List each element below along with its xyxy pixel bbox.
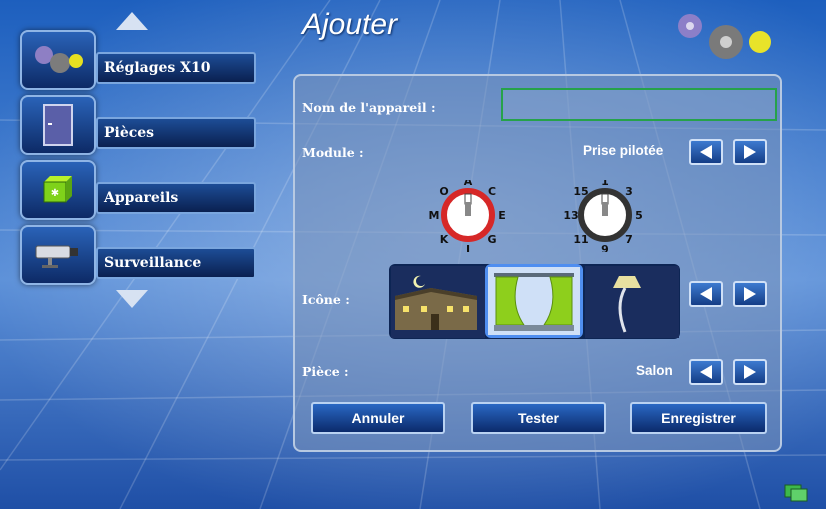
svg-text:✱: ✱ bbox=[51, 188, 59, 199]
scroll-up-arrow-icon[interactable] bbox=[116, 12, 148, 30]
status-windows-icon[interactable] bbox=[783, 483, 809, 503]
module-label: Module : bbox=[302, 145, 364, 160]
arrow-right-icon bbox=[744, 145, 756, 159]
dial-label: G bbox=[487, 233, 496, 246]
icon-next-button[interactable] bbox=[733, 281, 767, 307]
dial-label: O bbox=[439, 185, 448, 198]
dial-label: I bbox=[466, 243, 470, 252]
nav-item-surveillance[interactable]: Surveillance bbox=[20, 225, 256, 285]
icon-carousel bbox=[389, 264, 680, 339]
icon-prev-button[interactable] bbox=[689, 281, 723, 307]
settings-gears-icon bbox=[678, 14, 771, 59]
dial-label: E bbox=[498, 209, 506, 222]
unit-code-dial[interactable]: 13579111315 bbox=[555, 180, 655, 252]
icon-option-selected[interactable] bbox=[485, 264, 583, 338]
dial-label: 15 bbox=[573, 185, 588, 198]
dial-label: 11 bbox=[573, 233, 588, 246]
dial-label: K bbox=[440, 233, 449, 246]
arrow-right-icon bbox=[744, 287, 756, 301]
window-curtains-icon bbox=[488, 267, 580, 335]
arrow-left-icon bbox=[700, 287, 712, 301]
device-box-icon: ✱ bbox=[20, 160, 96, 220]
door-icon bbox=[20, 95, 96, 155]
icon-label: Icône : bbox=[302, 292, 350, 307]
gears-icon bbox=[20, 30, 96, 90]
save-button[interactable]: Enregistrer bbox=[630, 402, 767, 434]
dial-label: 3 bbox=[625, 185, 633, 198]
dial-label: A bbox=[464, 180, 473, 188]
arrow-left-icon bbox=[700, 145, 712, 159]
dial-label: 1 bbox=[601, 180, 609, 188]
module-value: Prise pilotée bbox=[583, 143, 664, 158]
module-prev-button[interactable] bbox=[689, 139, 723, 165]
arrow-right-icon bbox=[744, 365, 756, 379]
nav-item-label: Surveillance bbox=[96, 247, 256, 279]
dial-label: 9 bbox=[601, 243, 609, 252]
room-prev-button[interactable] bbox=[689, 359, 723, 385]
page-title: Ajouter bbox=[302, 8, 398, 41]
module-next-button[interactable] bbox=[733, 139, 767, 165]
add-device-panel bbox=[293, 74, 782, 452]
cancel-button[interactable]: Annuler bbox=[311, 402, 445, 434]
room-value: Salon bbox=[636, 363, 673, 378]
nav-item-label: Appareils bbox=[96, 182, 256, 214]
dial-label: 13 bbox=[563, 209, 578, 222]
camera-icon bbox=[20, 225, 96, 285]
dial-label: 5 bbox=[635, 209, 643, 222]
nav-item-label: Réglages X10 bbox=[96, 52, 256, 84]
house-night-icon[interactable] bbox=[391, 266, 485, 338]
device-name-input[interactable] bbox=[501, 88, 777, 121]
arrow-left-icon bbox=[700, 365, 712, 379]
device-name-label: Nom de l'appareil : bbox=[302, 100, 436, 115]
dial-label: C bbox=[488, 185, 496, 198]
room-label: Pièce : bbox=[302, 364, 349, 379]
nav-item-appareils[interactable]: ✱ Appareils bbox=[20, 160, 256, 220]
floor-lamp-icon[interactable] bbox=[585, 266, 679, 338]
dial-label: 7 bbox=[625, 233, 633, 246]
house-code-dial[interactable]: A CEG I KMO bbox=[418, 180, 518, 252]
scroll-down-arrow-icon[interactable] bbox=[116, 290, 148, 308]
nav-item-label: Pièces bbox=[96, 117, 256, 149]
test-button[interactable]: Tester bbox=[471, 402, 606, 434]
nav-item-pieces[interactable]: Pièces bbox=[20, 95, 256, 155]
dial-label: M bbox=[429, 209, 440, 222]
room-next-button[interactable] bbox=[733, 359, 767, 385]
nav-item-reglages-x10[interactable]: Réglages X10 bbox=[20, 30, 256, 90]
